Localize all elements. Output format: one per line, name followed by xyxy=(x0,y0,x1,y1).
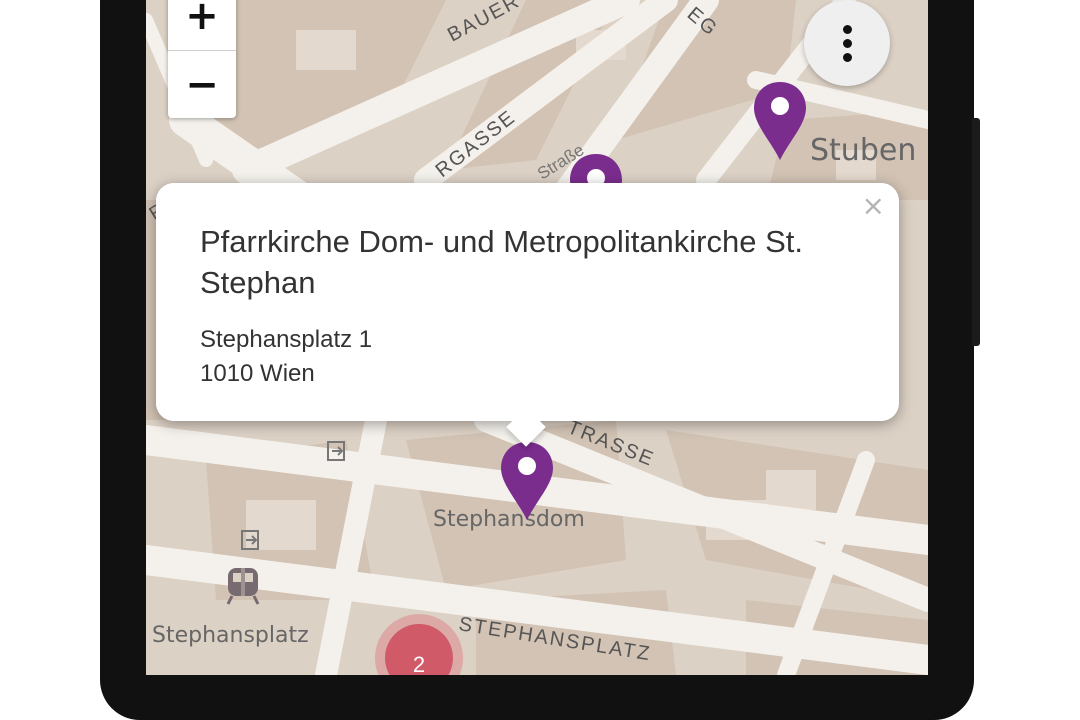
place-title: Pfarrkirche Dom- und Metropolitankirche … xyxy=(200,224,804,300)
poi-label-stuben: Stuben xyxy=(810,133,916,168)
popup-content: × Pfarrkirche Dom- und Metropolitankirch… xyxy=(156,183,899,421)
popup-close-button[interactable]: × xyxy=(862,189,885,222)
cluster-count: 2 xyxy=(385,624,453,675)
place-popup: × Pfarrkirche Dom- und Metropolitankirch… xyxy=(156,183,899,447)
phone-side-button xyxy=(972,118,980,346)
zoom-in-button[interactable]: + xyxy=(168,0,236,51)
more-vert-icon-dot xyxy=(842,52,852,62)
more-vert-icon-dot xyxy=(842,38,852,48)
station-label-stephansplatz: Stephansplatz xyxy=(152,623,309,648)
place-address: Stephansplatz 1 1010 Wien xyxy=(200,323,372,391)
more-vert-icon xyxy=(842,24,852,34)
zoom-control: + − xyxy=(168,0,236,118)
more-options-button[interactable] xyxy=(804,0,890,86)
poi-label-stephansdom: Stephansdom xyxy=(433,507,585,532)
map-view[interactable]: BAUER EG RGASSE Straße RKT TRASSE STEPHA… xyxy=(146,0,928,675)
address-line-street: Stephansplatz 1 xyxy=(200,326,373,353)
zoom-out-button[interactable]: − xyxy=(168,51,236,119)
address-line-city: 1010 Wien xyxy=(200,360,315,387)
